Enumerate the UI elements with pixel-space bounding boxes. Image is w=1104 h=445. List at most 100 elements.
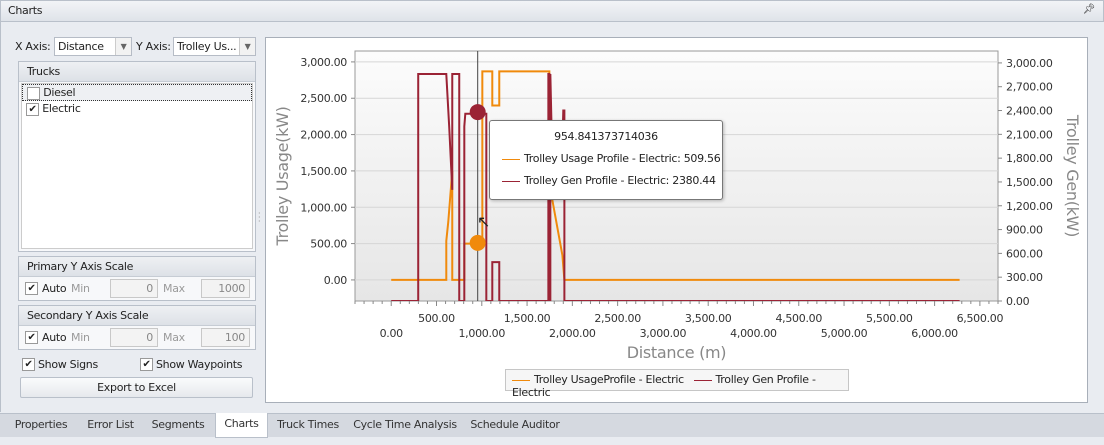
y-tick-label: 500.00	[310, 238, 347, 251]
y-axis-select[interactable]: Trolley Us... ▼	[173, 37, 256, 56]
truck-item-electric[interactable]: ✔ Electric	[22, 101, 252, 118]
x-tick-label: 2,500.00	[594, 312, 641, 325]
x-tick-label: 6,500.00	[957, 312, 1004, 325]
tab-charts[interactable]: Charts	[215, 413, 268, 438]
tab-truck-times[interactable]: Truck Times	[272, 414, 344, 438]
bottom-tabs: Properties Error List Segments Charts Tr…	[0, 413, 1104, 438]
y2-tick-label: 2,100.00	[1006, 128, 1053, 141]
y2-tick-label: 600.00	[1006, 247, 1043, 260]
legend-swatch-usage	[512, 379, 530, 381]
y-tick-label: 0.00	[324, 274, 348, 287]
left-panel: X Axis: Distance ▼ Y Axis: Trolley Us...…	[0, 22, 262, 412]
tooltip-row: Trolley Usage Profile - Electric: 509.56	[524, 152, 721, 165]
min-label: Min	[71, 331, 90, 344]
y-axis-value: Trolley Us...	[177, 40, 237, 53]
max-label: Max	[163, 331, 185, 344]
truck-label: Diesel	[43, 86, 76, 99]
legend-label: Trolley UsageProfile - Electric	[534, 373, 684, 386]
x-tick-label: 4,500.00	[775, 312, 822, 325]
tooltip-row: Trolley Gen Profile - Electric: 2380.44	[524, 174, 716, 187]
export-to-excel-button[interactable]: Export to Excel	[20, 377, 253, 398]
y2-tick-label: 900.00	[1006, 224, 1043, 237]
y-tick-label: 2,500.00	[300, 92, 347, 105]
secondary-scale-header: Secondary Y Axis Scale	[19, 306, 255, 326]
secondary-max-input[interactable]: 100	[201, 328, 250, 347]
chart-tooltip: 954.841373714036 Trolley Usage Profile -…	[489, 120, 723, 200]
crosshair-marker-usage	[469, 234, 486, 251]
show-signs-checkbox[interactable]: ✔	[22, 358, 35, 371]
legend-swatch-gen	[693, 379, 712, 381]
chevron-down-icon[interactable]: ▼	[115, 38, 131, 55]
y2-axis-title: Trolley Gen(kW)	[1063, 114, 1082, 237]
primary-max-input[interactable]: 1000	[201, 279, 250, 298]
truck-item-diesel[interactable]: Diesel	[22, 84, 252, 101]
legend-item-usage[interactable]: Trolley UsageProfile - Electric	[512, 373, 684, 386]
secondary-auto-checkbox[interactable]: ✔	[25, 331, 38, 344]
chevron-down-icon[interactable]: ▼	[239, 38, 255, 55]
tab-cycle-time-analysis[interactable]: Cycle Time Analysis	[350, 414, 460, 438]
tooltip-swatch-usage	[502, 158, 520, 160]
y2-tick-label: 1,200.00	[1006, 200, 1053, 213]
chart-legend: Trolley UsageProfile - Electric Trolley …	[505, 369, 849, 399]
y2-tick-label: 300.00	[1006, 271, 1043, 284]
crosshair-marker-gen	[469, 104, 486, 121]
show-signs-label: Show Signs	[38, 358, 98, 371]
x-tick-label: 5,500.00	[866, 312, 913, 325]
tooltip-title: 954.841373714036	[554, 130, 658, 143]
primary-scale-header: Primary Y Axis Scale	[19, 257, 255, 277]
primary-scale-group: Primary Y Axis Scale ✔ Auto Min 0 Max 10…	[18, 256, 256, 301]
trucks-header: Trucks	[19, 62, 255, 82]
x-tick-label: 2,000.00	[549, 327, 596, 340]
secondary-min-input[interactable]: 0	[110, 328, 158, 347]
y2-tick-label: 0.00	[1006, 295, 1030, 308]
tab-segments[interactable]: Segments	[145, 414, 211, 438]
y-axis-label: Y Axis:	[136, 40, 171, 53]
window-title: Charts	[8, 4, 43, 17]
x-tick-label: 500.00	[418, 312, 455, 325]
tab-error-list[interactable]: Error List	[78, 414, 143, 438]
y2-tick-label: 1,800.00	[1006, 152, 1053, 165]
line-chart[interactable]: 0.00500.001,000.001,500.002,000.002,500.…	[266, 38, 1089, 404]
show-waypoints-checkbox[interactable]: ✔	[140, 358, 153, 371]
primary-min-input[interactable]: 0	[110, 279, 158, 298]
electric-checkbox[interactable]: ✔	[26, 102, 39, 116]
x-tick-label: 1,500.00	[504, 312, 551, 325]
x-axis-value: Distance	[58, 40, 104, 53]
x-tick-label: 6,000.00	[911, 327, 958, 340]
truck-label: Electric	[42, 102, 81, 115]
y2-tick-label: 2,400.00	[1006, 105, 1053, 118]
y2-tick-label: 3,000.00	[1006, 57, 1053, 70]
x-axis-label: X Axis:	[15, 40, 51, 53]
max-label: Max	[163, 282, 185, 295]
chart-panel: 0.00 500.00 1,000.00 1,500.00 2,000.00 2,500.…	[265, 37, 1088, 403]
y-tick-label: 3,000.00	[300, 56, 347, 69]
diesel-checkbox[interactable]	[27, 86, 40, 100]
auto-label: Auto	[42, 331, 67, 344]
show-waypoints-label: Show Waypoints	[156, 358, 243, 371]
primary-auto-checkbox[interactable]: ✔	[25, 282, 38, 295]
x-tick-label: 5,000.00	[821, 327, 868, 340]
auto-label: Auto	[42, 282, 67, 295]
tooltip-swatch-gen	[502, 180, 520, 182]
x-tick-label: 0.00	[380, 327, 404, 340]
trucks-group: Trucks Diesel ✔ Electric	[18, 61, 256, 252]
x-tick-label: 3,000.00	[640, 327, 687, 340]
x-axis-select[interactable]: Distance ▼	[54, 37, 132, 56]
tab-properties[interactable]: Properties	[6, 414, 76, 438]
y-tick-label: 2,000.00	[300, 129, 347, 142]
mouse-cursor-icon: ↖	[477, 212, 491, 231]
x-tick-label: 3,500.00	[685, 312, 732, 325]
y-axis-title: Trolley Usage(kW)	[273, 106, 292, 246]
pin-icon[interactable]: 📌︎	[1083, 4, 1096, 15]
x-axis-title: Distance (m)	[627, 343, 727, 362]
secondary-scale-group: Secondary Y Axis Scale ✔ Auto Min 0 Max …	[18, 305, 256, 350]
y-tick-label: 1,000.00	[300, 201, 347, 214]
tab-schedule-auditor[interactable]: Schedule Auditor	[466, 414, 564, 438]
y2-tick-label: 1,500.00	[1006, 176, 1053, 189]
x-tick-label: 4,000.00	[730, 327, 777, 340]
min-label: Min	[71, 282, 90, 295]
splitter-handle[interactable]: · · ·	[258, 210, 261, 226]
window-titlebar: Charts 📌︎	[0, 0, 1104, 22]
y-tick-label: 1,500.00	[300, 165, 347, 178]
x-tick-label: 1,000.00	[458, 327, 505, 340]
